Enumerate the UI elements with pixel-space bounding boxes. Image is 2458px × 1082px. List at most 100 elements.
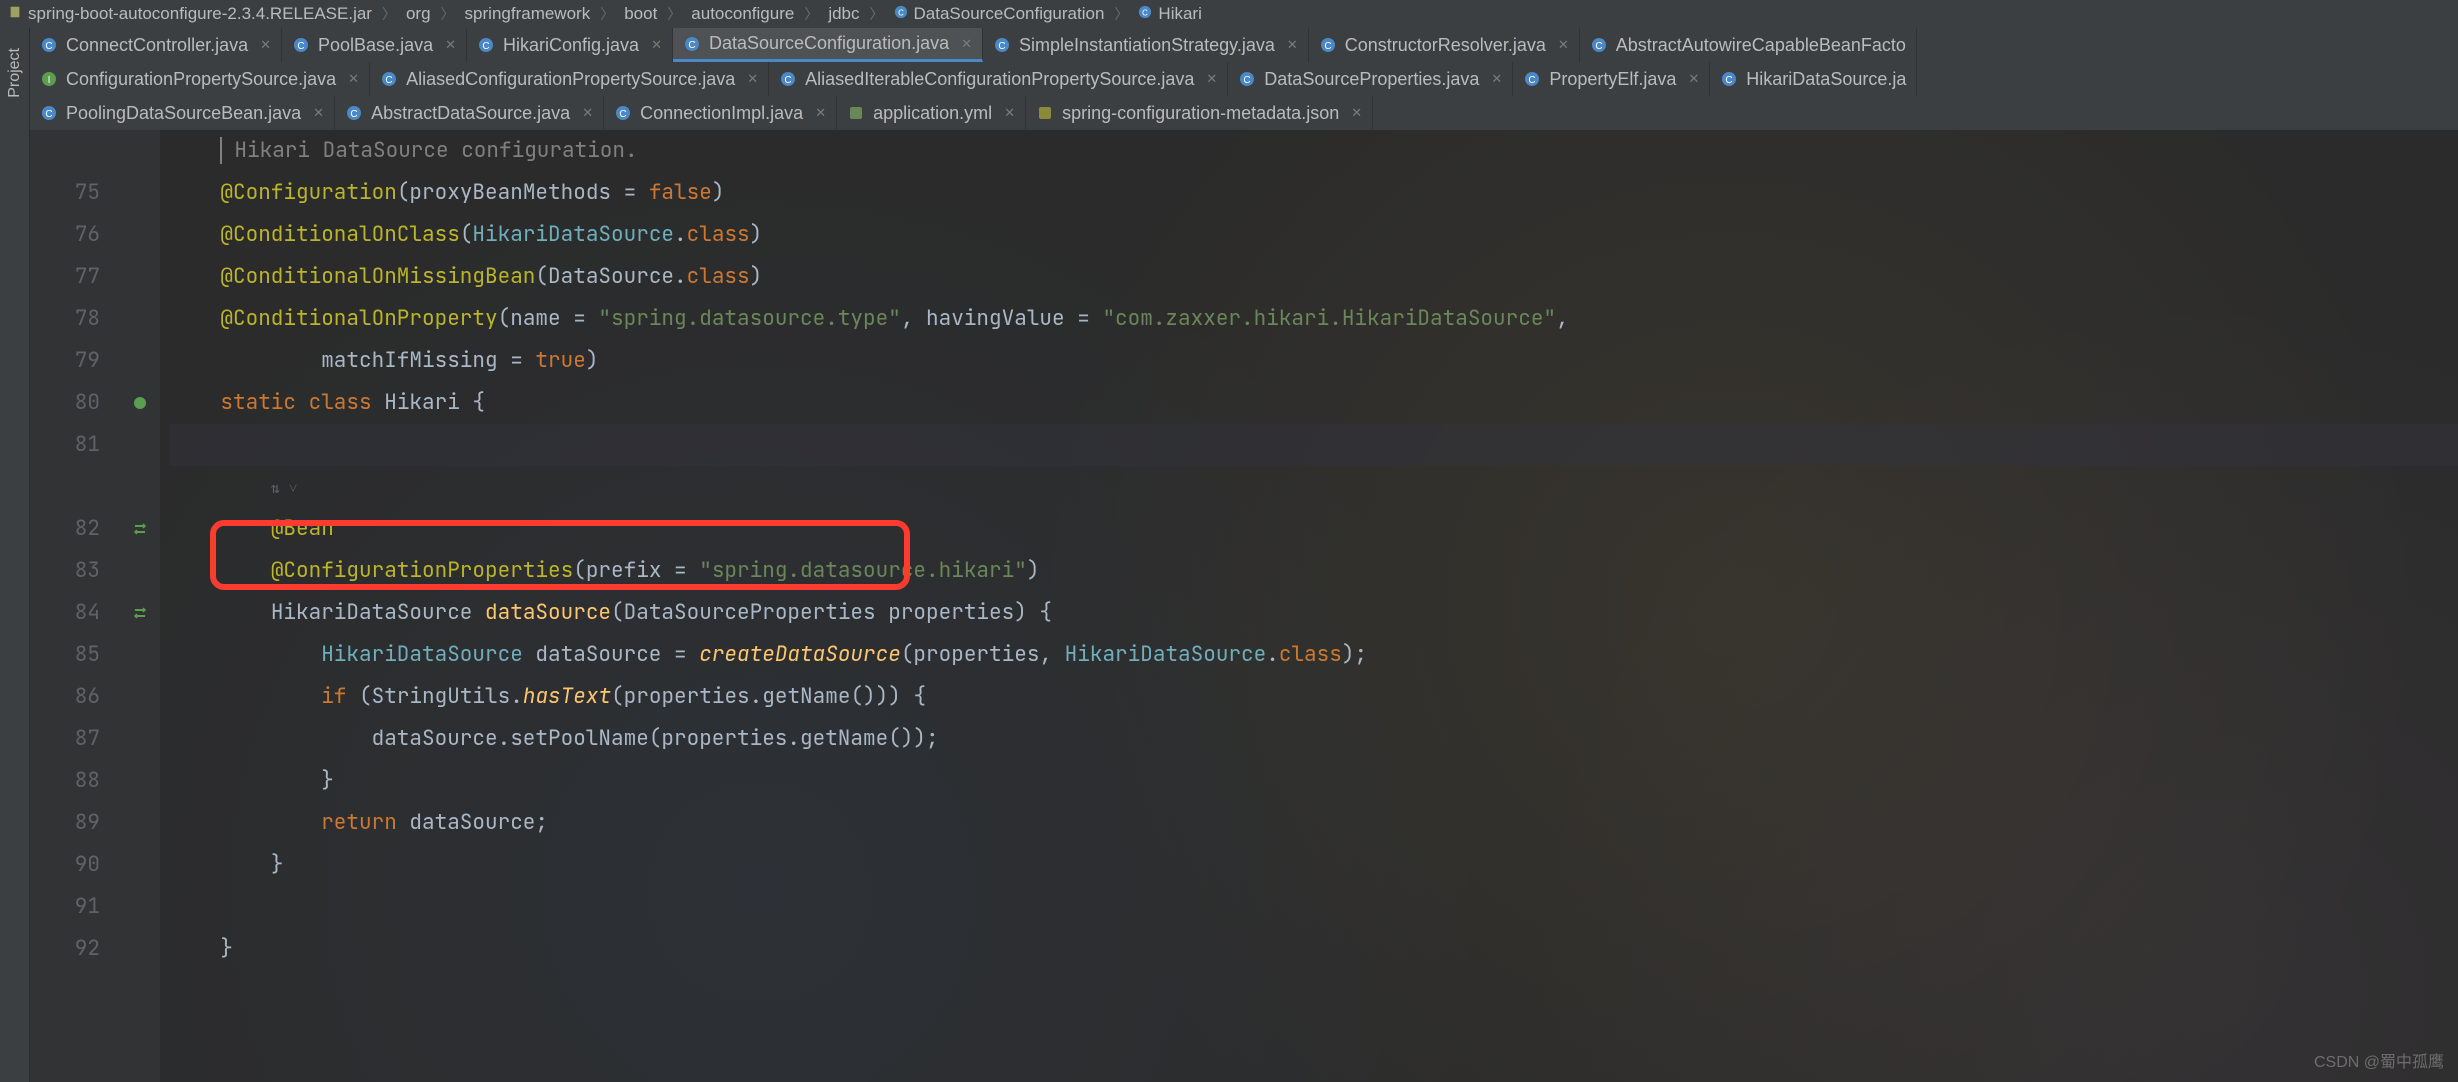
line-number: 80 — [30, 382, 100, 424]
close-icon[interactable]: ✕ — [348, 71, 359, 87]
editor-tab[interactable]: C PropertyElf.java ✕ — [1513, 62, 1710, 96]
close-icon[interactable]: ✕ — [1558, 37, 1569, 53]
tab-label: HikariDataSource.ja — [1746, 69, 1906, 90]
java-icon: C — [1319, 36, 1337, 54]
code-line[interactable]: HikariDataSource dataSource(DataSourcePr… — [170, 592, 2458, 634]
svg-text:C: C — [297, 41, 304, 52]
editor-tab[interactable]: CConnectController.java✕ — [30, 28, 282, 62]
close-icon[interactable]: ✕ — [1351, 105, 1362, 121]
breadcrumb-item[interactable]: boot — [624, 4, 657, 24]
close-icon[interactable]: ✕ — [815, 105, 826, 121]
close-icon[interactable]: ✕ — [651, 37, 662, 53]
code-line[interactable]: } — [170, 760, 2458, 802]
editor-tab[interactable]: CConnectionImpl.java✕ — [604, 96, 837, 130]
editor-tab[interactable]: CConstructorResolver.java✕ — [1309, 28, 1580, 62]
svg-text:C: C — [1529, 75, 1536, 86]
close-icon[interactable]: ✕ — [1688, 71, 1699, 87]
editor-tab[interactable]: C SimpleInstantiationStrategy.java ✕ — [983, 28, 1309, 62]
svg-text:C: C — [45, 109, 52, 120]
svg-text:I: I — [48, 75, 51, 86]
code-line[interactable]: @ConditionalOnProperty(name = "spring.da… — [170, 298, 2458, 340]
breadcrumb-item[interactable]: C Hikari — [1138, 4, 1201, 24]
project-label: Project — [6, 48, 24, 98]
close-icon[interactable]: ✕ — [1491, 71, 1502, 87]
tab-label: PoolBase.java — [318, 35, 433, 56]
chevron-right-icon: 〉 — [1114, 4, 1128, 24]
editor-tab[interactable]: CAbstractAutowireCapableBeanFacto — [1580, 28, 1917, 62]
code-line[interactable] — [170, 886, 2458, 928]
close-icon[interactable]: ✕ — [445, 37, 456, 53]
svg-text:C: C — [1726, 75, 1733, 86]
editor-tab[interactable]: CAliasedIterableConfigurationPropertySou… — [769, 62, 1228, 96]
editor-tab[interactable]: IConfigurationPropertySource.java✕ — [30, 62, 370, 96]
code-line[interactable]: if (StringUtils.hasText(properties.getNa… — [170, 676, 2458, 718]
editor-tab[interactable]: CHikariConfig.java✕ — [467, 28, 673, 62]
code-line[interactable]: static class Hikari { — [170, 382, 2458, 424]
editor-tab[interactable]: spring-configuration-metadata.json✕ — [1026, 96, 1373, 130]
close-icon[interactable]: ✕ — [313, 105, 324, 121]
code-line[interactable]: } — [170, 928, 2458, 970]
svg-text:C: C — [898, 9, 904, 18]
editor-tab[interactable]: CDataSourceProperties.java✕ — [1228, 62, 1513, 96]
breadcrumb-item[interactable]: CDataSourceConfiguration — [894, 4, 1105, 24]
code-line[interactable]: matchIfMissing = true) — [170, 340, 2458, 382]
gutter-icon-slot[interactable] — [120, 508, 160, 550]
java-icon: C — [614, 104, 632, 122]
chevron-right-icon: 〉 — [600, 4, 614, 24]
editor-tab[interactable]: CAbstractDataSource.java✕ — [335, 96, 604, 130]
code-line[interactable]: @Configuration(proxyBeanMethods = false) — [170, 172, 2458, 214]
line-number: 90 — [30, 844, 100, 886]
line-number: 91 — [30, 886, 100, 928]
tab-label: SimpleInstantiationStrategy.java — [1019, 35, 1275, 56]
code-line[interactable]: @Bean — [170, 508, 2458, 550]
code-line[interactable]: dataSource.setPoolName(properties.getNam… — [170, 718, 2458, 760]
editor[interactable]: 757677787980818283848586878889909192 Hik… — [30, 130, 2458, 1082]
editor-tab[interactable]: application.yml✕ — [837, 96, 1026, 130]
tab-row: CPoolingDataSourceBean.java✕CAbstractDat… — [30, 96, 2458, 130]
code-line[interactable]: @ConfigurationProperties(prefix = "sprin… — [170, 550, 2458, 592]
gutter-icon-slot — [120, 928, 160, 970]
java-icon: C — [1238, 70, 1256, 88]
code-line[interactable]: @ConditionalOnMissingBean(DataSource.cla… — [170, 256, 2458, 298]
close-icon[interactable]: ✕ — [582, 105, 593, 121]
code-area[interactable]: Hikari DataSource configuration. @Config… — [160, 130, 2458, 1082]
code-line[interactable]: Hikari DataSource configuration. — [170, 130, 2458, 172]
editor-tab[interactable]: CAliasedConfigurationPropertySource.java… — [370, 62, 769, 96]
line-number: 86 — [30, 676, 100, 718]
project-tool-window-stripe[interactable]: Project — [0, 28, 30, 1082]
interface-icon: I — [40, 70, 58, 88]
breadcrumb-label: boot — [624, 4, 657, 24]
svg-text:C: C — [1143, 9, 1149, 18]
editor-tab[interactable]: C PoolBase.java ✕ — [282, 28, 467, 62]
code-line[interactable]: ⇅ ˅ — [170, 466, 2458, 508]
breadcrumb[interactable]: spring-boot-autoconfigure-2.3.4.RELEASE.… — [0, 0, 2458, 28]
close-icon[interactable]: ✕ — [260, 37, 271, 53]
breadcrumb-item[interactable]: autoconfigure — [691, 4, 794, 24]
editor-tab[interactable]: CDataSourceConfiguration.java✕ — [673, 28, 983, 62]
breadcrumb-label: autoconfigure — [691, 4, 794, 24]
code-line[interactable]: } — [170, 844, 2458, 886]
close-icon[interactable]: ✕ — [1206, 71, 1217, 87]
editor-tab[interactable]: CPoolingDataSourceBean.java✕ — [30, 96, 335, 130]
tab-label: AbstractDataSource.java — [371, 103, 570, 124]
close-icon[interactable]: ✕ — [1004, 105, 1015, 121]
code-line[interactable]: HikariDataSource dataSource = createData… — [170, 634, 2458, 676]
breadcrumb-item[interactable]: spring-boot-autoconfigure-2.3.4.RELEASE.… — [8, 4, 372, 24]
close-icon[interactable]: ✕ — [747, 71, 758, 87]
editor-tab[interactable]: C HikariDataSource.ja — [1710, 62, 1917, 96]
code-line[interactable] — [170, 424, 2458, 466]
gutter-icon-slot[interactable] — [120, 382, 160, 424]
gutter-icon-slot[interactable] — [120, 592, 160, 634]
code-line[interactable]: return dataSource; — [170, 802, 2458, 844]
java-icon: C — [993, 36, 1011, 54]
gutter-icon-slot — [120, 634, 160, 676]
breadcrumb-item[interactable]: springframework — [465, 4, 591, 24]
close-icon[interactable]: ✕ — [961, 36, 972, 52]
code-line[interactable]: @ConditionalOnClass(HikariDataSource.cla… — [170, 214, 2458, 256]
gutter-icons — [120, 130, 160, 1082]
breadcrumb-item[interactable]: org — [406, 4, 431, 24]
breadcrumb-item[interactable]: jdbc — [828, 4, 859, 24]
close-icon[interactable]: ✕ — [1287, 37, 1298, 53]
breadcrumb-label: Hikari — [1158, 4, 1201, 24]
tab-label: PropertyElf.java — [1549, 69, 1676, 90]
